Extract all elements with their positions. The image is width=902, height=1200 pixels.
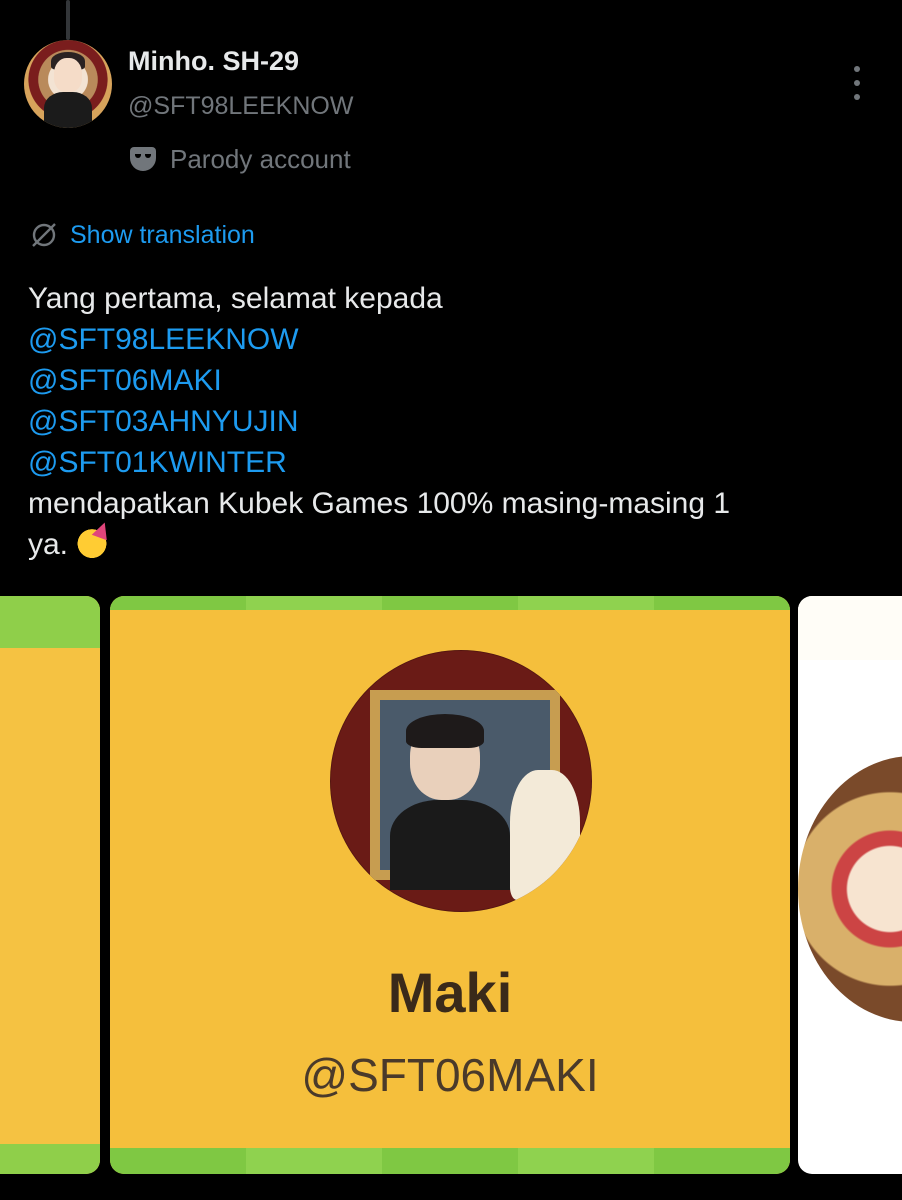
card-band (0, 1144, 100, 1174)
card-handle: @SFT06MAKI (301, 1049, 599, 1101)
card-band (110, 1148, 790, 1174)
author-avatar[interactable] (24, 40, 112, 128)
avatar-face (54, 58, 82, 92)
card-profile-picture (330, 650, 592, 912)
more-options-icon[interactable] (850, 66, 864, 100)
card-profile-picture (798, 756, 902, 1022)
mention-link[interactable]: @SFT03AHNYUJIN (28, 401, 878, 442)
author-display-name[interactable]: Minho. SH-29 (128, 46, 299, 77)
mention-link[interactable]: @SFT06MAKI (28, 360, 878, 401)
media-card-next[interactable] (798, 596, 902, 1174)
show-translation-button[interactable]: Show translation (30, 217, 255, 253)
picture-figure (390, 800, 510, 890)
media-carousel[interactable]: Maki @SFT06MAKI (0, 596, 902, 1174)
parody-label: Parody account (170, 143, 351, 174)
partying-face-emoji-icon (76, 526, 109, 558)
card-band (0, 596, 100, 648)
translate-icon (32, 223, 56, 247)
author-handle[interactable]: @SFT98LEEKNOW (128, 92, 353, 121)
post-text-line: Yang pertama, selamat kepada (28, 282, 443, 315)
mention-link[interactable]: @SFT01KWINTER (28, 442, 878, 483)
mention-link[interactable]: @SFT98LEEKNOW (28, 319, 878, 360)
media-card-current[interactable]: Maki @SFT06MAKI (110, 596, 790, 1174)
media-card-previous[interactable] (0, 596, 100, 1174)
show-translation-label[interactable]: Show translation (70, 221, 255, 250)
post-text-last-line: ya. (28, 524, 878, 565)
post-text-line: mendapatkan Kubek Games 100% masing-masi… (28, 487, 731, 520)
picture-figure (406, 714, 484, 748)
card-name: Maki (387, 961, 513, 1024)
avatar-suit (44, 92, 92, 128)
picture-figure (510, 770, 580, 900)
mask-icon (130, 147, 156, 171)
parody-badge: Parody account (130, 141, 351, 177)
post-text: Yang pertama, selamat kepada @SFT98LEEKN… (28, 278, 878, 565)
thread-line (66, 0, 70, 40)
card-band (798, 596, 902, 660)
card-band (110, 596, 790, 610)
post-text-line: ya. (28, 528, 69, 561)
